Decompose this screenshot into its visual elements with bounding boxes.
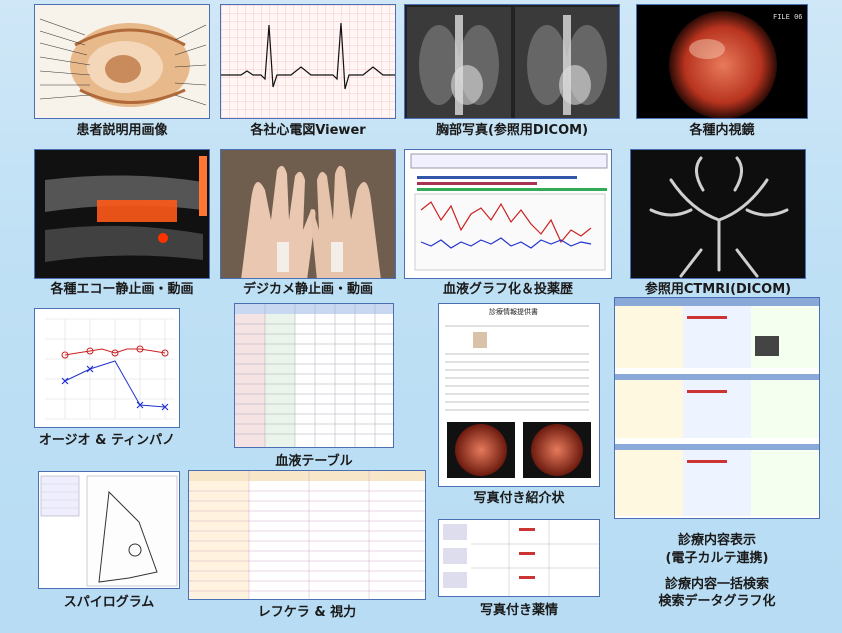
thumb-karte[interactable] xyxy=(614,297,820,519)
caption-chest-xray: 胸部写真(参照用DICOM) xyxy=(435,123,589,138)
thumb-echo[interactable] xyxy=(34,149,210,279)
blood-graph-chart xyxy=(410,153,608,271)
thumb-chest-xray[interactable] xyxy=(404,4,620,119)
caption-endoscopy: 各種内視鏡 xyxy=(689,123,755,138)
caption-echo: 各種エコー静止画・動画 xyxy=(50,282,194,297)
caption-blood-table: 血液テーブル xyxy=(275,454,353,469)
thumb-anatomy[interactable] xyxy=(34,4,210,119)
caption-search-line1: 診療内容一括検索 xyxy=(664,577,769,592)
thumb-camera[interactable] xyxy=(220,149,396,279)
caption-spirogram: スパイログラム xyxy=(63,595,155,610)
camera-hands-photo xyxy=(221,150,395,278)
thumb-drug-info[interactable] xyxy=(438,519,600,597)
caption-anatomy: 患者説明用画像 xyxy=(76,123,168,138)
echo-image xyxy=(35,150,209,278)
thumb-referral[interactable]: 診療情報提供書 xyxy=(438,303,600,487)
thumb-ctmri[interactable] xyxy=(630,149,806,279)
caption-camera: デジカメ静止画・動画 xyxy=(242,282,373,297)
endoscopy-image: FILE 06 xyxy=(669,11,803,118)
endoscopy-file-label: FILE 06 xyxy=(773,13,803,21)
anatomy-illustration xyxy=(39,18,207,107)
blood-table-grid xyxy=(235,304,393,447)
ctmri-angiography xyxy=(631,150,805,278)
caption-search-line2: 検索データグラフ化 xyxy=(658,594,776,609)
spirogram-chart xyxy=(40,475,178,587)
thumb-refkera[interactable] xyxy=(188,470,426,600)
caption-karte-line2: (電子カルテ連携) xyxy=(665,551,769,566)
caption-ecg: 各社心電図Viewer xyxy=(250,123,366,138)
thumb-spirogram[interactable] xyxy=(38,471,180,589)
ecg-waveform xyxy=(221,5,395,118)
thumb-blood-table[interactable] xyxy=(234,303,394,448)
karte-display xyxy=(615,298,819,516)
thumb-ecg[interactable] xyxy=(220,4,396,119)
caption-audiogram: オージオ & ティンパノ xyxy=(38,433,176,448)
caption-karte-line1: 診療内容表示 xyxy=(677,533,756,548)
refkera-table xyxy=(189,471,425,599)
drug-info-sheet xyxy=(443,520,599,596)
caption-drug-info: 写真付き薬情 xyxy=(479,603,558,618)
caption-ctmri: 参照用CTMRI(DICOM) xyxy=(644,282,792,297)
audiogram-chart xyxy=(45,318,175,420)
thumb-audiogram[interactable] xyxy=(34,308,180,428)
caption-referral: 写真付き紹介状 xyxy=(473,491,565,506)
referral-title: 診療情報提供書 xyxy=(489,307,538,316)
thumb-endoscopy[interactable]: FILE 06 xyxy=(636,4,808,119)
caption-blood-graph: 血液グラフ化＆投薬歴 xyxy=(442,282,573,297)
chest-xray-images xyxy=(407,7,619,118)
referral-letter: 診療情報提供書 xyxy=(445,307,591,478)
caption-refkera: レフケラ & 視力 xyxy=(257,605,357,620)
thumb-blood-graph[interactable] xyxy=(404,149,612,279)
